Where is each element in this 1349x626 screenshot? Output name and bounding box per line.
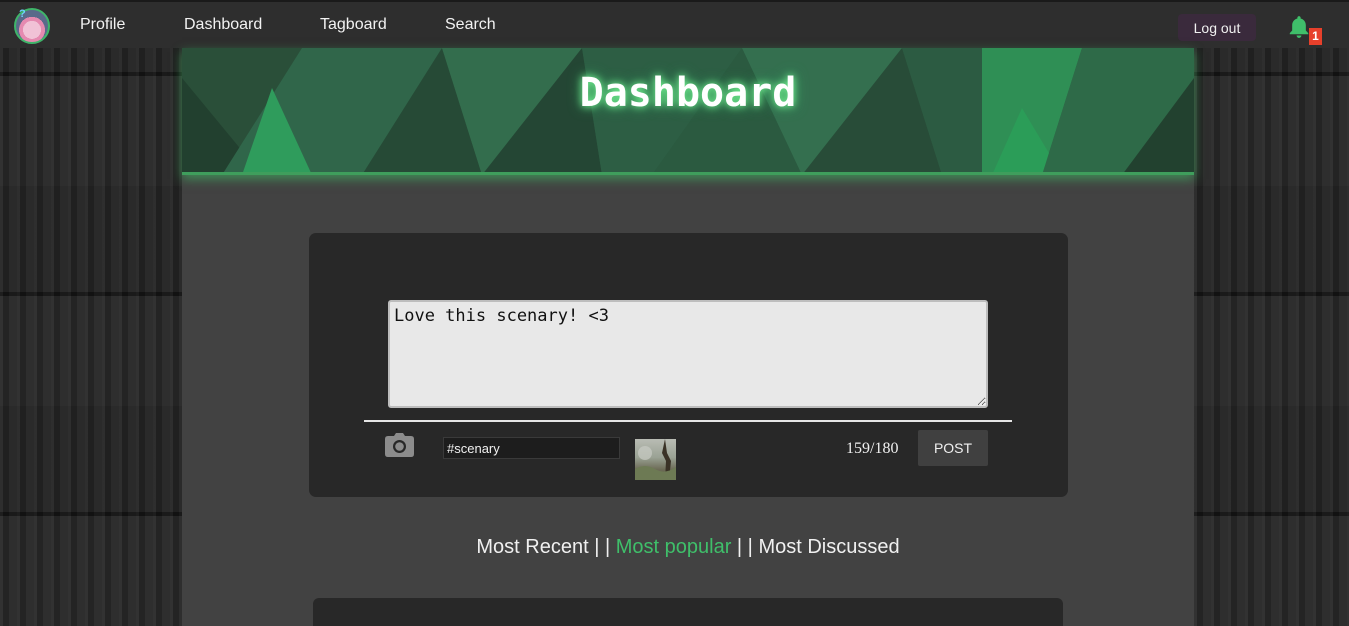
sort-most-popular[interactable]: Most popular bbox=[616, 536, 732, 558]
user-avatar[interactable] bbox=[14, 8, 50, 44]
logout-button[interactable]: Log out bbox=[1178, 14, 1256, 41]
nav-link-profile[interactable]: Profile bbox=[80, 16, 125, 34]
feed-sort-bar: Most Recent | | Most popular | | Most Di… bbox=[182, 536, 1194, 559]
sort-most-recent[interactable]: Most Recent bbox=[476, 536, 588, 558]
character-counter: 159/180 bbox=[846, 440, 899, 457]
hashtag-input[interactable] bbox=[443, 437, 620, 459]
main-column: Dashboard Love this scenary! <3 159/180 … bbox=[182, 48, 1194, 626]
sort-separator: | | bbox=[736, 536, 753, 558]
wood-background-left bbox=[0, 48, 182, 626]
camera-icon[interactable] bbox=[385, 433, 414, 457]
post-button[interactable]: POST bbox=[918, 430, 988, 466]
sort-separator: | | bbox=[594, 536, 611, 558]
notifications-button[interactable]: 1 bbox=[1286, 14, 1322, 46]
page-title: Dashboard bbox=[579, 70, 797, 116]
nav-link-tagboard[interactable]: Tagboard bbox=[320, 16, 387, 34]
wood-background-right bbox=[1194, 48, 1349, 626]
post-text-input[interactable]: Love this scenary! <3 bbox=[388, 300, 988, 408]
top-navbar: Profile Dashboard Tagboard Search Log ou… bbox=[0, 0, 1349, 48]
feed-post-card bbox=[313, 598, 1063, 626]
sort-most-discussed[interactable]: Most Discussed bbox=[758, 536, 899, 558]
composer-divider bbox=[364, 420, 1012, 422]
attached-image-thumbnail[interactable] bbox=[635, 439, 676, 480]
notification-count-badge: 1 bbox=[1309, 28, 1322, 45]
scenery-image bbox=[635, 439, 676, 480]
nav-link-dashboard[interactable]: Dashboard bbox=[184, 16, 262, 34]
nav-link-search[interactable]: Search bbox=[445, 16, 496, 34]
post-composer: Love this scenary! <3 159/180 POST bbox=[309, 233, 1068, 497]
dashboard-banner: Dashboard bbox=[182, 48, 1194, 175]
